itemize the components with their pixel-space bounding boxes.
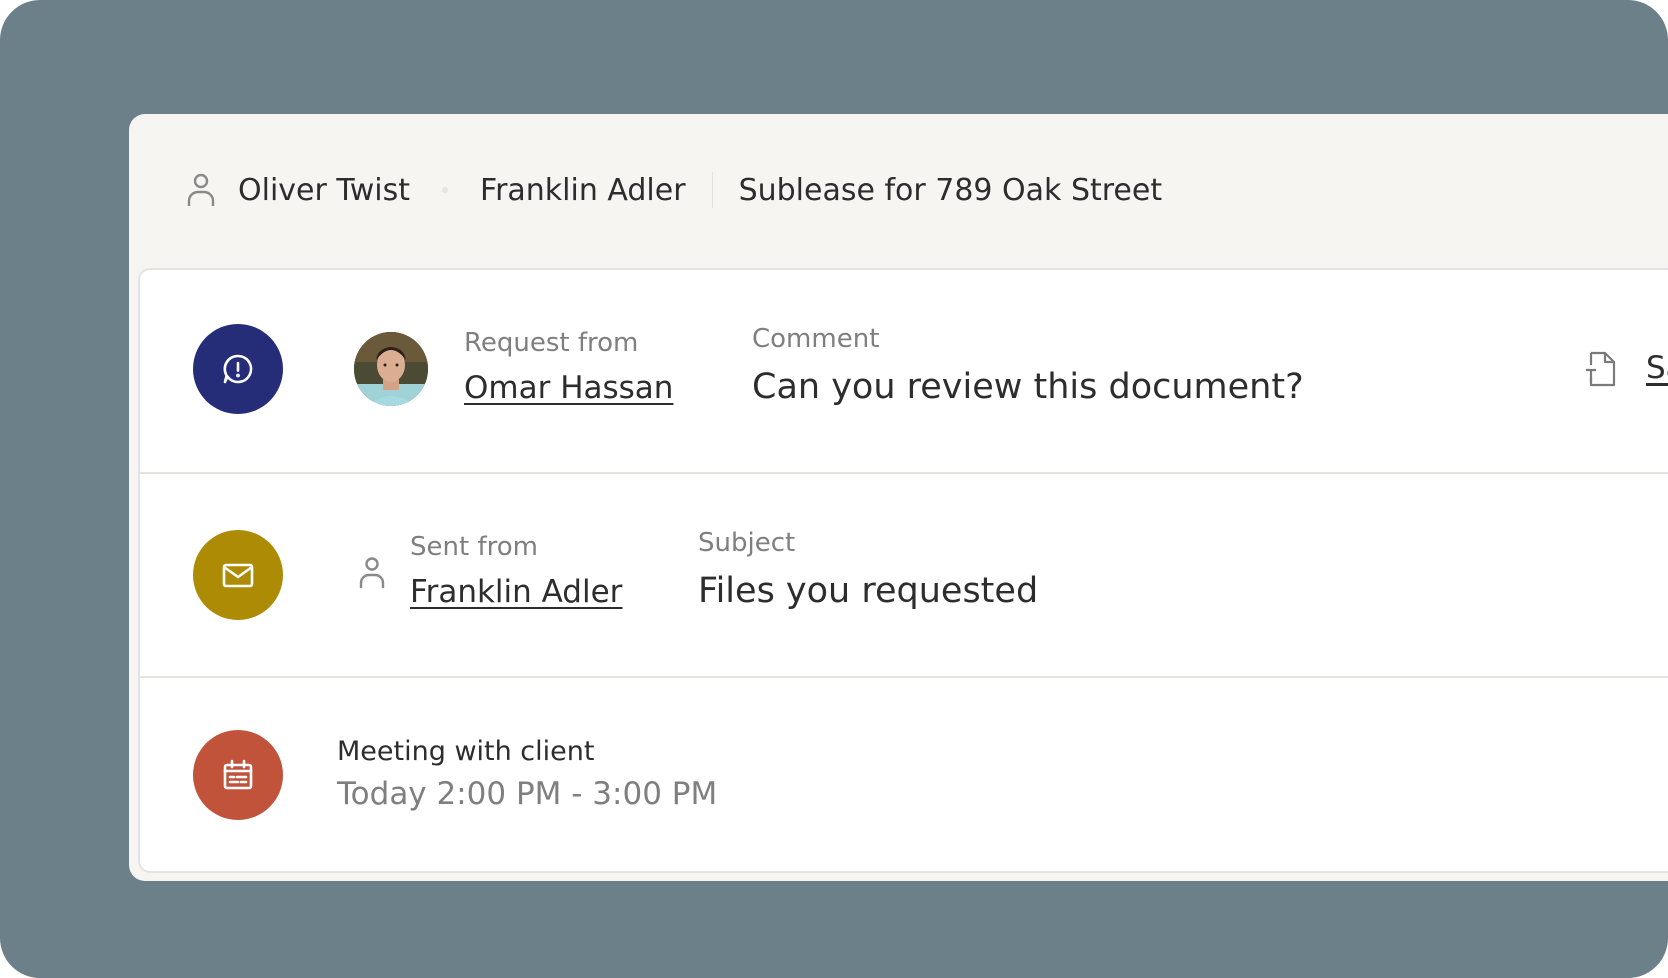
subject-label: Subject — [698, 528, 796, 558]
comment-text: Can you review this document? — [752, 367, 1304, 407]
list-item[interactable]: Request from Omar Hassan Comment Can you… — [140, 270, 1668, 474]
list-item[interactable]: Sent from Franklin Adler Subject Files y… — [140, 474, 1668, 678]
calendar-icon — [193, 730, 283, 820]
breadcrumb-contact[interactable]: Franklin Adler — [480, 173, 686, 208]
request-from-label: Request from — [464, 328, 639, 358]
sent-from-label: Sent from — [410, 532, 538, 562]
breadcrumb-divider — [711, 172, 713, 208]
activity-panel: Oliver Twist Franklin Adler Sublease for… — [129, 114, 1668, 881]
requester-name-link[interactable]: Omar Hassan — [464, 370, 673, 406]
document-icon — [1583, 350, 1617, 388]
breadcrumb: Oliver Twist Franklin Adler Sublease for… — [186, 164, 1162, 216]
breadcrumb-client[interactable]: Oliver Twist — [238, 173, 410, 208]
meeting-title: Meeting with client — [337, 736, 595, 767]
meeting-time: Today 2:00 PM - 3:00 PM — [337, 776, 718, 812]
sender-name-link[interactable]: Franklin Adler — [410, 574, 622, 610]
avatar[interactable] — [354, 332, 428, 406]
breadcrumb-separator — [442, 187, 448, 193]
person-icon — [186, 172, 216, 208]
attachment-link[interactable]: Sa — [1646, 350, 1668, 386]
breadcrumb-matter[interactable]: Sublease for 789 Oak Street — [739, 173, 1163, 208]
list-item[interactable]: Meeting with client Today 2:00 PM - 3:00… — [140, 678, 1668, 873]
activity-list: Request from Omar Hassan Comment Can you… — [138, 268, 1668, 873]
background-frame: Oliver Twist Franklin Adler Sublease for… — [0, 0, 1668, 978]
comment-alert-icon — [193, 324, 283, 414]
mail-icon — [193, 530, 283, 620]
person-icon — [358, 556, 386, 590]
comment-label: Comment — [752, 324, 880, 354]
subject-text: Files you requested — [698, 571, 1039, 611]
